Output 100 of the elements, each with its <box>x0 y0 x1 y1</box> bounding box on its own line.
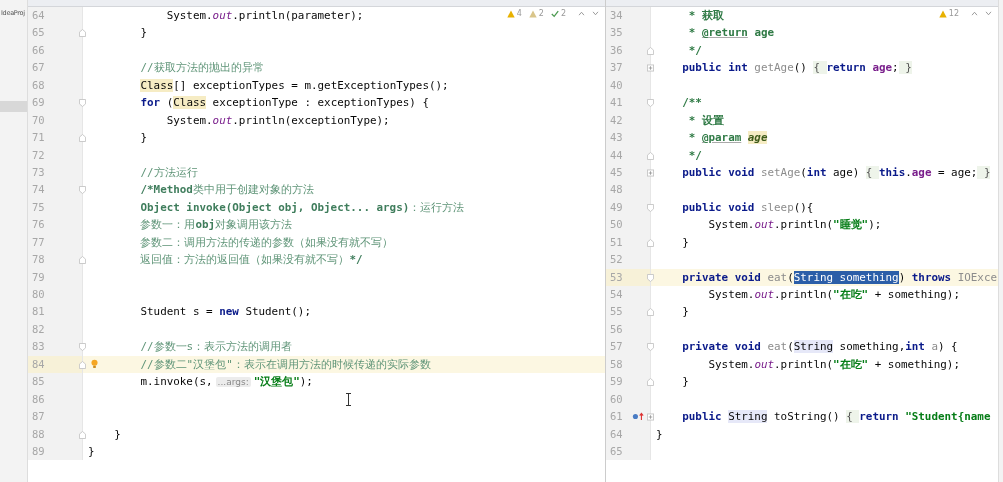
fold-icon[interactable] <box>647 238 654 247</box>
expand-icon[interactable] <box>647 413 654 422</box>
code-line: System.out.println("在吃" + something); <box>708 288 960 301</box>
lightbulb-icon[interactable] <box>91 358 98 369</box>
fold-icon[interactable] <box>79 186 86 195</box>
caret-up-icon[interactable] <box>578 11 585 16</box>
line-number: 54 <box>609 288 623 300</box>
line-number: 44 <box>609 148 623 161</box>
line-number: 70 <box>31 113 45 126</box>
inspection-count: 12 <box>948 9 959 18</box>
line-number: 41 <box>609 96 623 109</box>
code-line: Object invoke(Object obj, Object... args)：运行方法 <box>140 200 465 214</box>
line-number: 43 <box>609 131 623 144</box>
code-line: Class[] exceptionTypes = m.getExceptionTypes(); <box>140 78 449 92</box>
fold-icon[interactable] <box>79 360 86 369</box>
code-line: //参数一s：表示方法的调用者 <box>140 340 293 354</box>
line-number: 53 <box>609 270 623 283</box>
line-number: 85 <box>31 375 45 388</box>
line-number: 72 <box>31 148 45 161</box>
fold-icon[interactable] <box>647 99 654 108</box>
line-number: 67 <box>31 61 45 74</box>
code-line: //方法运行 <box>140 165 198 179</box>
fold-icon[interactable] <box>79 29 86 38</box>
line-number: 49 <box>609 200 623 213</box>
code-line: Student s = new Student(); <box>140 305 311 319</box>
code-line: } <box>140 131 148 145</box>
line-number: 60 <box>609 392 623 405</box>
line-number: 74 <box>31 183 45 196</box>
code-line: */ <box>688 148 702 162</box>
line-number: 83 <box>31 340 45 353</box>
line-number: 56 <box>609 322 623 335</box>
warning-icon[interactable] <box>506 9 515 18</box>
line-number: 61 <box>609 410 623 423</box>
line-number: 58 <box>609 357 623 370</box>
line-number: 59 <box>609 375 623 388</box>
text-cursor-icon <box>345 393 352 406</box>
line-number: 51 <box>609 235 623 248</box>
code-line: } <box>140 26 148 40</box>
line-number: 50 <box>609 218 623 231</box>
code-line: private void eat(String something) throws IOExce <box>682 270 997 284</box>
line-number: 77 <box>31 235 45 248</box>
line-number: 36 <box>609 43 623 56</box>
warning-icon[interactable] <box>938 9 947 18</box>
line-number: 82 <box>31 322 45 335</box>
line-number: 86 <box>31 392 45 405</box>
line-number: 80 <box>31 288 45 300</box>
line-number: 65 <box>609 444 623 457</box>
caret-up-icon[interactable] <box>971 11 978 16</box>
code-line: System.out.println(parameter); <box>166 9 364 22</box>
fold-icon[interactable] <box>79 134 86 143</box>
fold-icon[interactable] <box>647 308 654 317</box>
fold-icon[interactable] <box>647 343 654 352</box>
code-line: public void setAge(int age) { this.age = age; } <box>682 165 991 179</box>
code-line: * 获取 <box>688 9 724 22</box>
expand-icon[interactable] <box>647 64 654 73</box>
line-number: 87 <box>31 410 45 423</box>
warning-icon[interactable] <box>528 9 537 18</box>
line-number: 66 <box>31 43 45 56</box>
code-line: public String toString() { return "Student{name <box>682 410 991 424</box>
line-number: 78 <box>31 253 45 266</box>
code-line: } <box>682 235 689 249</box>
line-number: 64 <box>609 427 623 440</box>
code-line: 参数一：用obj对象调用该方法 <box>140 218 293 232</box>
code-line: */ <box>688 43 702 57</box>
expand-icon[interactable] <box>647 168 654 177</box>
line-number: 48 <box>609 183 623 196</box>
caret-down-icon[interactable] <box>985 11 992 16</box>
fold-icon[interactable] <box>647 151 654 160</box>
fold-icon[interactable] <box>647 203 654 212</box>
fold-icon[interactable] <box>79 99 86 108</box>
code-line: * @return age <box>688 26 775 40</box>
fold-icon[interactable] <box>79 256 86 265</box>
line-number: 52 <box>609 253 623 266</box>
fold-icon[interactable] <box>647 273 654 282</box>
line-number: 89 <box>31 444 45 457</box>
line-number: 81 <box>31 305 45 318</box>
code-line: /** <box>682 96 702 110</box>
fold-icon[interactable] <box>79 343 86 352</box>
line-number: 84 <box>31 357 45 370</box>
line-number: 75 <box>31 200 45 213</box>
code-line: m.invoke(s, ...args: "汉堡包"); <box>140 375 313 389</box>
line-number: 37 <box>609 61 623 74</box>
code-line: public void sleep(){ <box>682 200 814 214</box>
line-number: 65 <box>31 26 45 39</box>
code-line: } <box>656 427 663 441</box>
caret-down-icon[interactable] <box>592 11 599 16</box>
line-number: 34 <box>609 9 623 21</box>
inspection-count: 2 <box>560 9 566 18</box>
fold-icon[interactable] <box>647 378 654 387</box>
line-number: 79 <box>31 270 45 283</box>
inspection-count: 2 <box>538 9 544 18</box>
fold-icon[interactable] <box>79 430 86 439</box>
code-line: 返回值：方法的返回值（如果没有就不写）*/ <box>140 253 363 267</box>
check-icon[interactable] <box>550 9 559 18</box>
code-line: /*Method类中用于创建对象的方法 <box>140 183 314 197</box>
fold-icon[interactable] <box>647 46 654 55</box>
code-line: //获取方法的抛出的异常 <box>140 61 264 75</box>
code-line: } <box>88 444 95 458</box>
line-number: 73 <box>31 165 45 178</box>
override-icon[interactable] <box>632 412 644 422</box>
